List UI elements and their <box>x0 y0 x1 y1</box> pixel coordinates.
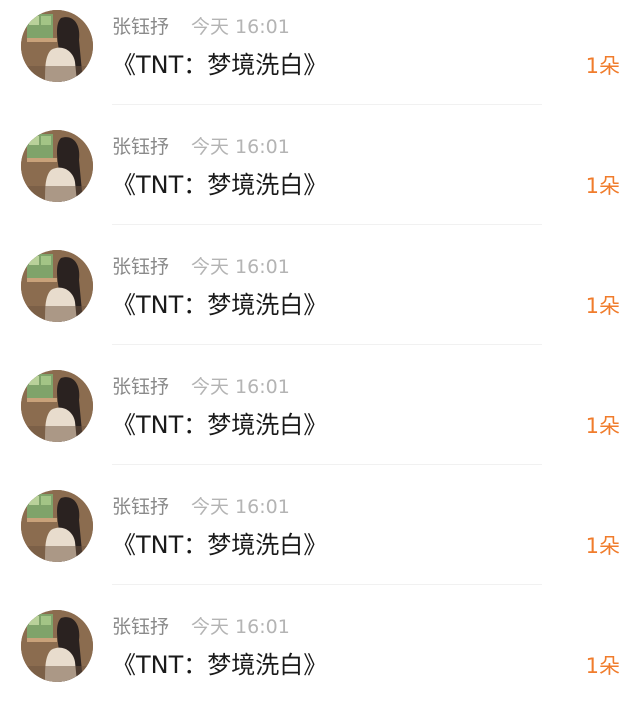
gift-count: 1朵 <box>585 174 620 198</box>
message-text: 《TNT：梦境洗白》 <box>112 51 328 79</box>
username[interactable]: 张钰抒 <box>112 495 169 519</box>
list-item[interactable]: 张钰抒 今天 16:01 《TNT：梦境洗白》 1朵 <box>0 120 640 240</box>
timestamp: 今天 16:01 <box>191 256 290 278</box>
username[interactable]: 张钰抒 <box>112 615 169 639</box>
timestamp: 今天 16:01 <box>191 496 290 518</box>
message-text: 《TNT：梦境洗白》 <box>112 411 328 439</box>
divider <box>112 344 542 345</box>
timestamp: 今天 16:01 <box>191 616 290 638</box>
avatar[interactable] <box>21 130 93 202</box>
message-text: 《TNT：梦境洗白》 <box>112 651 328 679</box>
username[interactable]: 张钰抒 <box>112 15 169 39</box>
divider <box>112 584 542 585</box>
gift-count: 1朵 <box>585 534 620 558</box>
timestamp: 今天 16:01 <box>191 136 290 158</box>
timestamp: 今天 16:01 <box>191 376 290 398</box>
divider <box>112 104 542 105</box>
avatar[interactable] <box>21 250 93 322</box>
list-item[interactable]: 张钰抒 今天 16:01 《TNT：梦境洗白》 1朵 <box>0 600 640 720</box>
list-item[interactable]: 张钰抒 今天 16:01 《TNT：梦境洗白》 1朵 <box>0 0 640 120</box>
username[interactable]: 张钰抒 <box>112 135 169 159</box>
username[interactable]: 张钰抒 <box>112 255 169 279</box>
divider <box>112 224 542 225</box>
gift-count: 1朵 <box>585 54 620 78</box>
message-text: 《TNT：梦境洗白》 <box>112 291 328 319</box>
list-item[interactable]: 张钰抒 今天 16:01 《TNT：梦境洗白》 1朵 <box>0 240 640 360</box>
gift-count: 1朵 <box>585 294 620 318</box>
timestamp: 今天 16:01 <box>191 16 290 38</box>
avatar[interactable] <box>21 490 93 562</box>
avatar[interactable] <box>21 610 93 682</box>
list-item[interactable]: 张钰抒 今天 16:01 《TNT：梦境洗白》 1朵 <box>0 360 640 480</box>
avatar[interactable] <box>21 370 93 442</box>
divider <box>112 464 542 465</box>
username[interactable]: 张钰抒 <box>112 375 169 399</box>
gift-count: 1朵 <box>585 654 620 678</box>
gift-count: 1朵 <box>585 414 620 438</box>
gift-feed-list: 张钰抒 今天 16:01 《TNT：梦境洗白》 1朵 张钰抒 今天 16:01 … <box>0 0 640 693</box>
message-text: 《TNT：梦境洗白》 <box>112 171 328 199</box>
message-text: 《TNT：梦境洗白》 <box>112 531 328 559</box>
list-item[interactable]: 张钰抒 今天 16:01 《TNT：梦境洗白》 1朵 <box>0 480 640 600</box>
avatar[interactable] <box>21 10 93 82</box>
